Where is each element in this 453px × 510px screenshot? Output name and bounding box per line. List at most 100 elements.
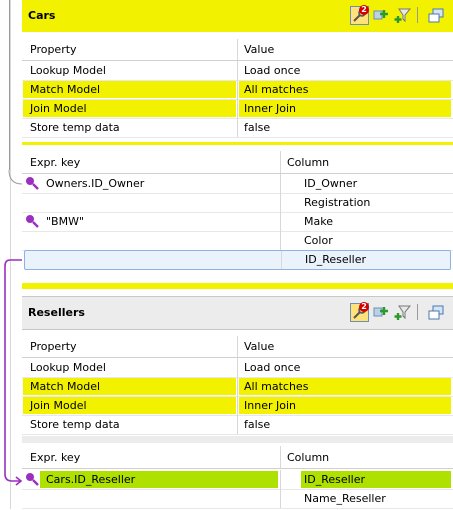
prop-name: Match Model: [30, 380, 101, 393]
cars-key-row[interactable]: Color: [22, 231, 453, 251]
resellers-prop-row[interactable]: Lookup Model Load once: [22, 358, 453, 378]
column-divider: [237, 118, 238, 137]
settings-badge: 2: [359, 5, 369, 15]
prop-value: All matches: [244, 380, 309, 393]
section-separator: [22, 436, 453, 443]
resellers-prop-row[interactable]: Store temp data false: [22, 415, 453, 435]
cars-key-row[interactable]: Owners.ID_Owner ID_Owner: [22, 174, 453, 194]
column-divider: [237, 415, 238, 434]
resellers-title: Resellers: [28, 306, 85, 319]
column-divider: [237, 377, 238, 396]
resellers-props-header: Property Value: [22, 336, 453, 358]
column-divider: [237, 358, 238, 377]
cars-title-bar: Cars 2: [22, 0, 453, 32]
toolbar-separator: [417, 7, 418, 23]
cars-prop-row[interactable]: Store temp data false: [22, 118, 453, 138]
expr-key: Owners.ID_Owner: [46, 177, 145, 190]
cars-table-panel: Cars 2 Property Value Lookup Model Load …: [22, 0, 453, 289]
cars-key-row[interactable]: Registration: [22, 193, 453, 213]
add-icon: [373, 307, 388, 317]
resellers-table-panel: Resellers 2 Property Value Lookup Model …: [22, 296, 453, 510]
settings-button[interactable]: 2: [350, 5, 369, 25]
column-divider[interactable]: [280, 151, 281, 173]
column-column-header: Column: [287, 156, 330, 169]
panel-bottom-bar: [22, 283, 453, 289]
column-divider: [280, 470, 281, 489]
cars-prop-row[interactable]: Lookup Model Load once: [22, 61, 453, 81]
property-column-header: Property: [30, 43, 77, 56]
column-column-header: Column: [287, 451, 330, 464]
cars-props-header: Property Value: [22, 39, 453, 61]
column-divider: [281, 251, 282, 269]
column-name: Make: [304, 215, 333, 228]
prop-name: Store temp data: [30, 121, 120, 134]
link-connector: [8, 169, 23, 185]
value-column-header: Value: [244, 43, 275, 56]
add-filter-button[interactable]: [393, 6, 412, 25]
column-name: Registration: [304, 196, 371, 209]
resellers-prop-row[interactable]: Match Model All matches: [22, 377, 453, 397]
join-link-line: [4, 259, 23, 486]
resellers-title-bar: Resellers 2: [22, 297, 453, 330]
settings-button[interactable]: 2: [350, 302, 369, 322]
resellers-expr-header: Expr. key Column: [22, 446, 453, 469]
value-column-header: Value: [244, 340, 275, 353]
resellers-key-row[interactable]: Name_Reseller: [22, 489, 453, 509]
expr-key-column-header: Expr. key: [30, 156, 81, 169]
cars-prop-row[interactable]: Join Model Inner Join: [22, 99, 453, 119]
column-divider: [237, 99, 238, 118]
column-divider[interactable]: [237, 336, 238, 357]
prop-value: Inner Join: [244, 399, 296, 412]
add-button[interactable]: [372, 303, 391, 322]
minimize-button[interactable]: [427, 6, 446, 25]
add-filter-icon: [394, 305, 412, 320]
column-divider: [280, 489, 281, 508]
prop-value: false: [244, 418, 271, 431]
prop-name: Lookup Model: [30, 361, 106, 374]
add-filter-icon: [394, 8, 412, 23]
minimize-icon: [428, 305, 444, 320]
property-column-header: Property: [30, 340, 77, 353]
column-name: ID_Owner: [304, 177, 358, 190]
cars-expr-header: Expr. key Column: [22, 151, 453, 174]
column-divider: [237, 61, 238, 80]
cars-key-row-selected[interactable]: ID_Reseller: [24, 250, 451, 270]
cars-key-row[interactable]: "BMW" Make: [22, 212, 453, 232]
prop-name: Join Model: [30, 399, 87, 412]
prop-value: Inner Join: [244, 102, 296, 115]
prop-value: Load once: [244, 64, 301, 77]
column-divider[interactable]: [280, 446, 281, 468]
column-divider: [237, 396, 238, 415]
column-divider: [280, 174, 281, 193]
minimize-icon: [428, 8, 444, 23]
expr-key-column-header: Expr. key: [30, 451, 81, 464]
add-icon: [373, 10, 388, 20]
add-filter-button[interactable]: [393, 303, 412, 322]
prop-value: false: [244, 121, 271, 134]
prop-value: Load once: [244, 361, 301, 374]
prop-value: All matches: [244, 83, 309, 96]
column-name: Color: [304, 234, 333, 247]
column-name: ID_Reseller: [305, 253, 367, 266]
column-divider: [280, 193, 281, 212]
expr-key: Cars.ID_Reseller: [46, 473, 136, 486]
minimize-button[interactable]: [427, 303, 446, 322]
toolbar-separator: [417, 304, 418, 320]
column-divider: [280, 212, 281, 231]
cars-prop-row[interactable]: Match Model All matches: [22, 80, 453, 100]
column-divider[interactable]: [237, 39, 238, 60]
column-divider: [280, 231, 281, 250]
column-name: ID_Reseller: [304, 473, 366, 486]
column-name: Name_Reseller: [304, 492, 386, 505]
column-divider: [237, 80, 238, 99]
section-separator: [22, 142, 453, 145]
prop-name: Join Model: [30, 102, 87, 115]
cars-title: Cars: [28, 9, 56, 22]
settings-badge: 2: [359, 302, 369, 312]
prop-name: Lookup Model: [30, 64, 106, 77]
resellers-key-row[interactable]: Cars.ID_Reseller ID_Reseller: [22, 470, 453, 490]
expr-key: "BMW": [46, 215, 85, 228]
prop-name: Store temp data: [30, 418, 120, 431]
resellers-prop-row[interactable]: Join Model Inner Join: [22, 396, 453, 416]
add-button[interactable]: [372, 6, 391, 25]
